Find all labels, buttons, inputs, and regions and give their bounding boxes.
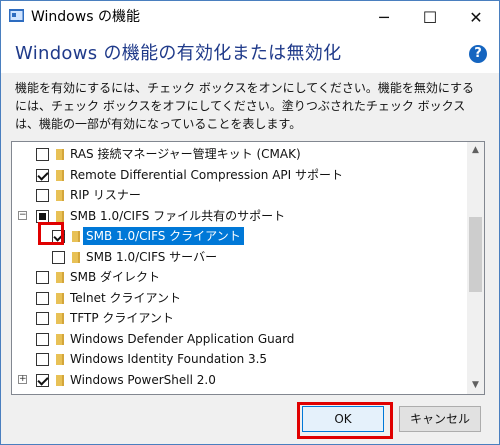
folder-icon <box>56 313 64 324</box>
feature-label: Windows Identity Foundation 3.5 <box>70 352 268 366</box>
help-icon[interactable]: ? <box>469 45 487 63</box>
window-title: Windows の機能 <box>31 9 140 25</box>
feature-row[interactable]: TFTP クライアント <box>12 308 467 329</box>
folder-icon <box>56 190 64 201</box>
feature-row[interactable]: SMB 1.0/CIFS クライアント <box>12 226 467 247</box>
scrollbar-thumb[interactable] <box>469 217 482 292</box>
close-button[interactable]: ✕ <box>453 1 499 33</box>
feature-row[interactable]: Windows Identity Foundation 3.5 <box>12 349 467 370</box>
feature-row[interactable]: + Windows PowerShell 2.0 <box>12 370 467 391</box>
feature-checkbox[interactable] <box>36 332 49 346</box>
maximize-button[interactable]: ☐ <box>407 1 453 33</box>
folder-icon <box>56 374 64 386</box>
folder-icon <box>56 272 64 283</box>
instructions-text: 機能を有効にするには、チェック ボックスをオンにしてください。機能を無効にするに… <box>15 81 474 131</box>
folder-icon <box>56 169 64 181</box>
scroll-down-icon[interactable]: ▼ <box>467 377 484 394</box>
minimize-button[interactable]: ─ <box>361 1 407 33</box>
dialog-footer: OK キャンセル <box>1 396 499 444</box>
scroll-up-icon[interactable]: ▲ <box>467 142 484 159</box>
feature-row[interactable]: Remote Differential Compression API サポート <box>12 165 467 186</box>
feature-checkbox[interactable] <box>36 353 49 366</box>
feature-checkbox[interactable] <box>36 148 49 161</box>
feature-row[interactable]: SMB ダイレクト <box>12 267 467 288</box>
feature-row[interactable]: RIP リスナー <box>12 185 467 206</box>
feature-checkbox[interactable] <box>36 291 49 305</box>
feature-checkbox[interactable] <box>36 168 49 182</box>
folder-icon <box>72 251 80 263</box>
feature-label: Windows PowerShell 2.0 <box>70 372 216 387</box>
feature-row[interactable]: − SMB 1.0/CIFS ファイル共有のサポート <box>12 206 467 227</box>
feature-checkbox[interactable] <box>36 312 49 325</box>
feature-label: TFTP クライアント <box>70 311 174 325</box>
feature-label: RIP リスナー <box>70 188 141 202</box>
feature-label: Telnet クライアント <box>70 290 182 305</box>
feature-checkbox[interactable] <box>36 209 49 223</box>
ok-annotation-box <box>297 402 393 439</box>
features-tree[interactable]: RAS 接続マネージャー管理キット (CMAK) Remote Different… <box>11 141 485 395</box>
title-bar: Windows の機能 ─ ☐ ✕ <box>1 1 499 33</box>
feature-row[interactable]: Telnet クライアント <box>12 288 467 309</box>
feature-label: SMB 1.0/CIFS クライアント <box>83 227 244 245</box>
feature-checkbox[interactable] <box>36 373 49 387</box>
feature-checkbox[interactable] <box>36 394 49 395</box>
folder-icon <box>56 292 64 304</box>
vertical-scrollbar[interactable]: ▲ ▼ <box>467 142 484 394</box>
folder-icon <box>56 333 64 345</box>
features-list: RAS 接続マネージャー管理キット (CMAK) Remote Different… <box>12 144 467 395</box>
windows-features-icon <box>9 9 24 22</box>
feature-row[interactable]: Windows Defender Application Guard <box>12 329 467 350</box>
feature-checkbox[interactable] <box>36 271 49 284</box>
feature-label: Windows Projected File System (Beta) <box>70 391 297 394</box>
folder-icon <box>56 354 64 365</box>
folder-icon <box>56 210 64 222</box>
folder-icon <box>72 231 80 242</box>
feature-label: RAS 接続マネージャー管理キット (CMAK) <box>70 147 301 161</box>
page-title: Windows の機能の有効化または無効化 <box>15 43 342 64</box>
feature-label: SMB 1.0/CIFS ファイル共有のサポート <box>70 208 286 223</box>
feature-checkbox[interactable] <box>52 250 65 264</box>
feature-row[interactable]: RAS 接続マネージャー管理キット (CMAK) <box>12 144 467 165</box>
window-controls: ─ ☐ ✕ <box>361 1 499 33</box>
cancel-button[interactable]: キャンセル <box>399 406 481 432</box>
feature-checkbox[interactable] <box>36 189 49 202</box>
folder-icon <box>56 149 64 160</box>
feature-label: Remote Differential Compression API サポート <box>70 167 344 182</box>
feature-label: SMB 1.0/CIFS サーバー <box>86 249 218 264</box>
feature-label: Windows Defender Application Guard <box>70 331 295 346</box>
feature-row[interactable]: SMB 1.0/CIFS サーバー <box>12 247 467 268</box>
feature-row[interactable]: Windows Projected File System (Beta) <box>12 390 467 395</box>
collapse-icon[interactable]: − <box>18 210 27 220</box>
expand-icon[interactable]: + <box>18 374 27 384</box>
feature-label: SMB ダイレクト <box>70 270 161 284</box>
dialog-header: Windows の機能の有効化または無効化 ? <box>1 33 499 73</box>
checkbox-annotation-box <box>38 222 64 245</box>
windows-features-dialog: Windows の機能 ─ ☐ ✕ Windows の機能の有効化または無効化 … <box>0 0 500 445</box>
